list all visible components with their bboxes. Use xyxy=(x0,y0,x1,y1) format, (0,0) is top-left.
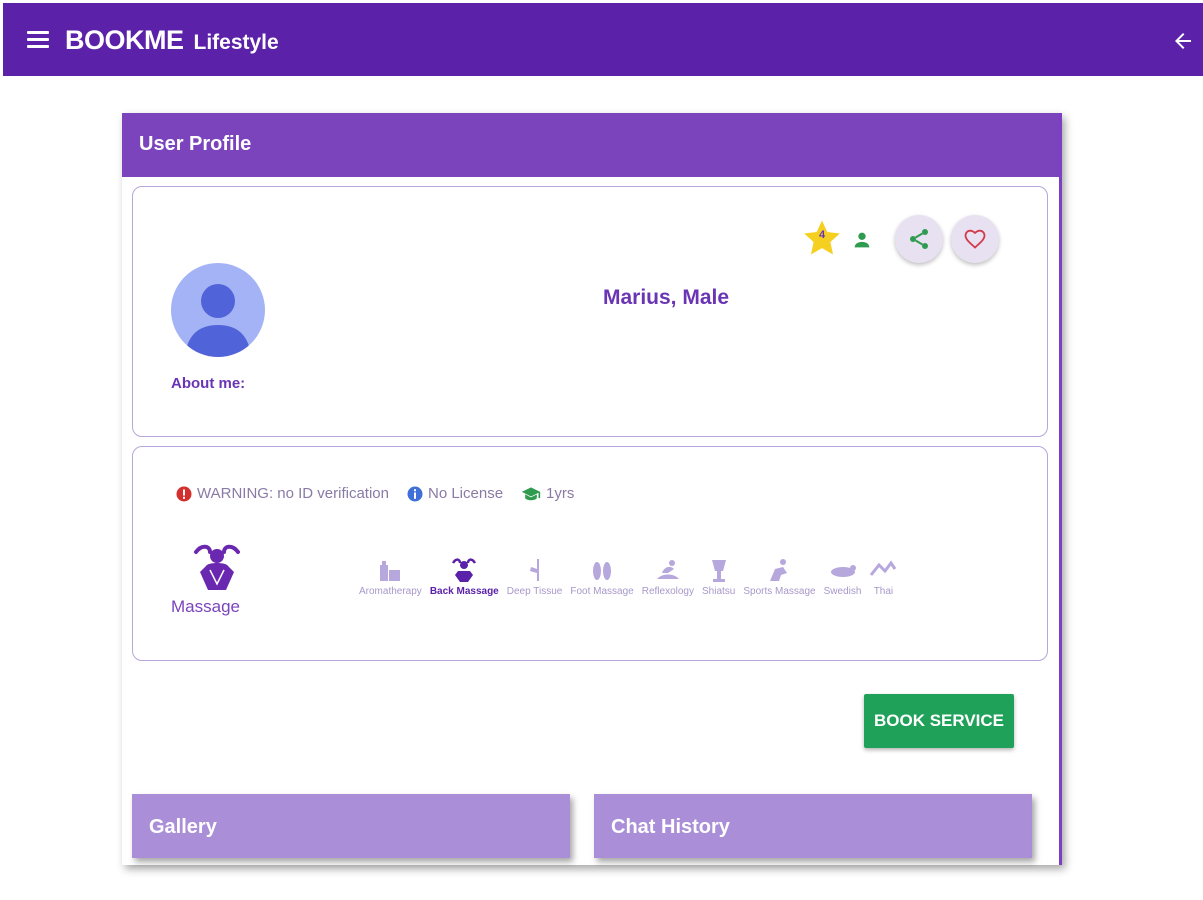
verification-badges: WARNING: no ID verification No License 1… xyxy=(176,485,592,502)
badge-id-warning: WARNING: no ID verification xyxy=(176,485,389,502)
service-label: Deep Tissue xyxy=(506,586,563,597)
gallery-section[interactable]: Gallery xyxy=(132,794,570,858)
service-swedish[interactable]: Swedish xyxy=(823,557,862,597)
info-icon xyxy=(407,486,423,501)
share-icon xyxy=(910,229,928,249)
service-foot-massage[interactable]: Foot Massage xyxy=(570,557,634,597)
profile-summary-panel: About me: Marius, Male 4 xyxy=(132,186,1048,437)
massage-icon xyxy=(194,544,240,590)
chat-history-section[interactable]: Chat History xyxy=(594,794,1032,858)
service-label: Thai xyxy=(873,586,894,597)
heart-outline-icon xyxy=(964,229,986,249)
profile-name: Marius, Male xyxy=(603,286,730,309)
service-label: Sports Massage xyxy=(743,586,816,597)
service-reflexology[interactable]: Reflexology xyxy=(642,557,694,597)
badge-id-warning-text: WARNING: no ID verification xyxy=(197,485,389,502)
service-list: Aromatherapy Back Massage Deep Tissue Fo… xyxy=(359,557,905,597)
rating-value: 4 xyxy=(818,229,826,241)
thai-icon xyxy=(870,560,897,576)
service-deep-tissue[interactable]: Deep Tissue xyxy=(506,557,563,597)
profile-header-title: User Profile xyxy=(122,113,1059,177)
sports-massage-icon xyxy=(770,559,788,581)
service-sports-massage[interactable]: Sports Massage xyxy=(743,557,816,597)
foot-massage-icon xyxy=(593,562,612,580)
category-label: Massage xyxy=(171,597,240,616)
badge-experience: 1yrs xyxy=(521,485,574,502)
rating-badge: 4 xyxy=(801,217,843,259)
service-label: Reflexology xyxy=(641,586,694,597)
service-thai[interactable]: Thai xyxy=(869,557,897,597)
badge-license: No License xyxy=(407,485,503,502)
brand[interactable]: BOOKME Lifestyle xyxy=(65,25,279,56)
back-massage-icon xyxy=(452,558,477,582)
service-label: Shiatsu xyxy=(701,586,736,597)
brand-logo: BOOKME xyxy=(65,25,184,55)
error-icon xyxy=(176,486,192,501)
service-back-massage[interactable]: Back Massage xyxy=(430,557,499,597)
about-me-label: About me: xyxy=(171,375,246,392)
user-profile-card: User Profile About me: Marius, Male 4 WA… xyxy=(122,113,1062,865)
badge-license-text: No License xyxy=(428,485,504,502)
shiatsu-icon xyxy=(711,560,726,582)
service-label: Back Massage xyxy=(429,586,499,597)
service-label: Swedish xyxy=(823,586,862,597)
share-button[interactable] xyxy=(895,215,943,263)
avatar xyxy=(171,263,265,357)
person-icon xyxy=(854,232,870,248)
book-service-button[interactable]: BOOK SERVICE xyxy=(864,694,1014,748)
brand-subtitle: Lifestyle xyxy=(193,31,279,54)
graduation-cap-icon xyxy=(521,486,541,500)
user-silhouette-icon xyxy=(185,284,251,357)
service-aromatherapy[interactable]: Aromatherapy xyxy=(359,557,422,597)
aromatherapy-icon xyxy=(380,561,401,581)
service-shiatsu[interactable]: Shiatsu xyxy=(702,557,735,597)
badge-experience-text: 1yrs xyxy=(546,485,575,502)
reflexology-icon xyxy=(656,560,679,579)
service-details-panel: WARNING: no ID verification No License 1… xyxy=(132,446,1048,661)
service-label: Aromatherapy xyxy=(359,586,422,597)
deep-tissue-icon xyxy=(529,559,539,581)
app-bar: BOOKME Lifestyle xyxy=(3,3,1203,76)
favorite-button[interactable] xyxy=(951,215,999,263)
arrow-back-icon[interactable] xyxy=(1171,29,1195,53)
menu-icon[interactable] xyxy=(27,31,49,49)
swedish-icon xyxy=(830,565,856,577)
service-label: Foot Massage xyxy=(570,586,634,597)
